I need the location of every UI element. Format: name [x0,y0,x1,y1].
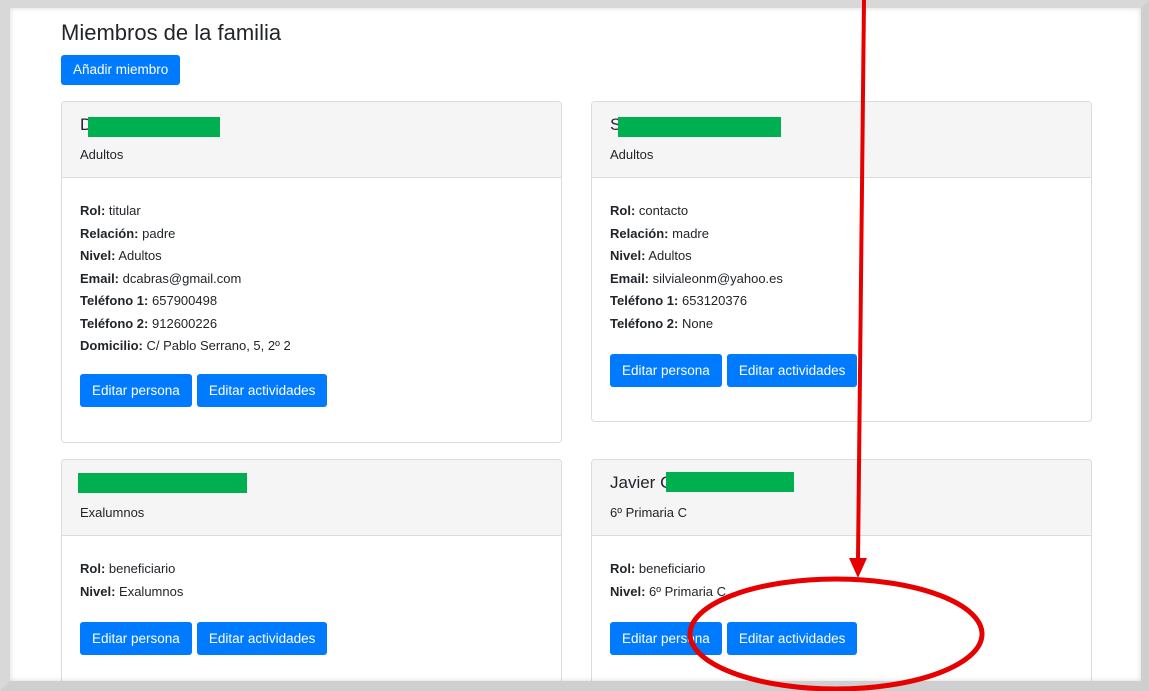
tel1-line: Teléfono 1: 657900498 [80,290,543,313]
card-header: Exalumnos [62,460,561,536]
tel2-line: Teléfono 2: None [610,313,1073,336]
relacion-line: Relación: madre [610,223,1073,246]
rol-line: Rol: beneficiario [80,558,543,581]
relacion-label: Relación: [610,225,669,241]
relacion-value: padre [142,225,176,241]
nivel-label: Nivel: [80,583,116,599]
rol-label: Rol: [610,561,636,576]
card-actions: Editar persona Editar actividades [610,622,858,655]
edit-person-button[interactable]: Editar persona [610,354,722,387]
member-card: Exalumnos Rol: beneficiario Nivel: Exalu… [61,459,562,681]
name-redaction [618,117,781,137]
edit-activities-button[interactable]: Editar actividades [196,374,328,407]
tel1-value: 653120376 [682,293,748,308]
name-redaction [78,473,247,493]
edit-person-button[interactable]: Editar persona [80,622,192,655]
email-line: Email: silvialeonm@yahoo.es [610,268,1073,291]
nivel-line: Nivel: Adultos [610,245,1073,268]
rol-label: Rol: [80,203,106,218]
card-body: Rol: beneficiario Nivel: Exalumnos [62,536,561,603]
tel1-label: Teléfono 1: [80,293,149,308]
member-card: S Adultos Rol: contacto Relación: madre … [591,101,1092,422]
rol-value: beneficiario [638,561,706,576]
nivel-label: Nivel: [610,583,646,599]
name-redaction [666,472,794,492]
nivel-value: Adultos [648,248,692,263]
tel2-line: Teléfono 2: 912600226 [80,313,543,336]
edit-person-button[interactable]: Editar persona [610,622,722,655]
rol-value: contacto [638,203,689,218]
domicilio-label: Domicilio: [80,338,143,353]
card-actions: Editar persona Editar actividades [610,354,858,387]
rol-value: beneficiario [108,561,176,576]
relacion-label: Relación: [80,225,139,241]
page: Miembros de la familia Añadir miembro D … [10,8,1141,681]
card-body: Rol: contacto Relación: madre Nivel: Adu… [592,178,1091,335]
nivel-line: Nivel: Exalumnos [80,581,543,604]
nivel-label: Nivel: [610,248,646,263]
member-card: Javier C 6º Primaria C Rol: beneficiario… [591,459,1092,681]
nivel-value: Adultos [118,248,162,263]
nivel-value: Exalumnos [119,583,184,599]
page-title: Miembros de la familia [61,20,282,45]
name-redaction [88,117,220,137]
domicilio-value: C/ Pablo Serrano, 5, 2º 2 [146,338,291,353]
member-group: Exalumnos [80,505,145,520]
rol-line: Rol: contacto [610,200,1073,223]
member-name: Javier C [610,473,673,492]
nivel-label: Nivel: [80,248,116,263]
email-line: Email: dcabras@gmail.com [80,268,543,291]
rol-label: Rol: [610,203,636,218]
email-label: Email: [610,270,650,286]
edit-activities-button[interactable]: Editar actividades [196,622,328,655]
card-actions: Editar persona Editar actividades [80,374,328,407]
rol-line: Rol: beneficiario [610,558,1073,581]
card-header: Javier C 6º Primaria C [592,460,1091,536]
edit-activities-button[interactable]: Editar actividades [726,622,858,655]
tel2-value: 912600226 [152,315,218,331]
member-group: Adultos [610,147,654,162]
edit-person-button[interactable]: Editar persona [80,374,192,407]
rol-value: titular [108,203,141,218]
nivel-line: Nivel: 6º Primaria C [610,581,1073,604]
tel2-label: Teléfono 2: [610,315,679,331]
tel1-label: Teléfono 1: [610,293,679,308]
email-value: dcabras@gmail.com [122,270,242,286]
nivel-value: 6º Primaria C [649,583,727,599]
relacion-value: madre [672,225,709,241]
tel2-label: Teléfono 2: [80,315,149,331]
card-actions: Editar persona Editar actividades [80,622,328,655]
card-body: Rol: titular Relación: padre Nivel: Adul… [62,178,561,358]
rol-line: Rol: titular [80,200,543,223]
card-header: S Adultos [592,102,1091,178]
email-label: Email: [80,270,120,286]
nivel-line: Nivel: Adultos [80,245,543,268]
member-group: 6º Primaria C [610,505,687,520]
tel2-value: None [682,315,714,331]
relacion-line: Relación: padre [80,223,543,246]
card-body: Rol: beneficiario Nivel: 6º Primaria C [592,536,1091,603]
member-group: Adultos [80,147,124,162]
email-value: silvialeonm@yahoo.es [652,270,783,286]
tel1-line: Teléfono 1: 653120376 [610,290,1073,313]
add-member-button[interactable]: Añadir miembro [61,55,181,85]
domicilio-line: Domicilio: C/ Pablo Serrano, 5, 2º 2 [80,335,543,358]
card-header: D Adultos [62,102,561,178]
member-card: D Adultos Rol: titular Relación: padre N… [61,101,562,443]
rol-label: Rol: [80,561,106,576]
tel1-value: 657900498 [152,293,218,308]
edit-activities-button[interactable]: Editar actividades [726,354,858,387]
